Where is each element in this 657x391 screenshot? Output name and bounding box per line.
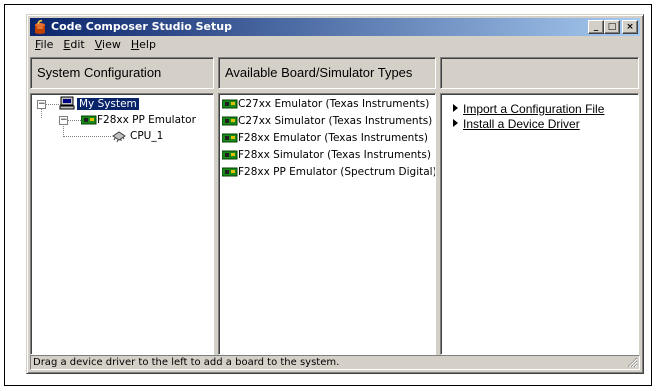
status-text: Drag a device driver to the left to add … <box>33 357 340 368</box>
available-boards-header: Available Board/Simulator Types <box>218 57 436 89</box>
maximize-button[interactable]: □ <box>604 20 620 34</box>
computer-icon <box>59 96 75 110</box>
install-device-driver-link[interactable]: Install a Device Driver <box>453 117 580 131</box>
import-configuration-link[interactable]: Import a Configuration File <box>453 102 604 116</box>
menu-help[interactable]: Help <box>126 37 161 53</box>
menu-file[interactable]: File <box>30 37 58 53</box>
title-bar[interactable]: Code Composer Studio Setup _ □ × <box>30 18 640 36</box>
board-icon <box>222 150 238 160</box>
tree-connector <box>63 136 111 137</box>
menu-edit[interactable]: Edit <box>58 37 89 53</box>
tree-item-my-system[interactable]: My System <box>77 96 139 112</box>
board-icon <box>81 115 97 125</box>
minimize-icon: _ <box>593 22 599 32</box>
system-configuration-pane[interactable]: − My System − F28xx PP Emulator CPU_1 <box>30 93 214 355</box>
board-icon <box>222 99 238 109</box>
close-button[interactable]: × <box>622 20 638 34</box>
board-icon <box>222 167 238 177</box>
status-bar: Drag a device driver to the left to add … <box>30 355 640 370</box>
app-icon <box>35 20 45 34</box>
system-configuration-header: System Configuration <box>30 57 214 89</box>
maximize-icon: □ <box>607 22 617 32</box>
board-list-item[interactable]: F28xx Emulator (Texas Instruments) <box>222 130 428 146</box>
resize-grip-icon[interactable] <box>626 356 638 368</box>
menu-bar: File Edit View Help <box>30 37 640 54</box>
board-icon <box>222 133 238 143</box>
tree-connector <box>41 108 42 118</box>
collapse-my-system-toggle[interactable]: − <box>37 100 46 109</box>
arrow-right-icon <box>453 104 458 112</box>
tree-item-cpu[interactable]: CPU_1 <box>130 128 163 144</box>
board-icon <box>222 116 238 126</box>
menu-view[interactable]: View <box>90 37 126 53</box>
arrow-right-icon <box>453 119 458 127</box>
cpu-chip-icon <box>112 131 126 142</box>
tree-item-board[interactable]: F28xx PP Emulator <box>97 112 196 128</box>
minimize-button[interactable]: _ <box>588 20 604 34</box>
board-list-item[interactable]: C27xx Emulator (Texas Instruments) <box>222 96 429 112</box>
actions-pane: Import a Configuration File Install a De… <box>440 93 639 355</box>
app-window: Code Composer Studio Setup _ □ × File Edi… <box>26 14 644 374</box>
board-list-item[interactable]: C27xx Simulator (Texas Instruments) <box>222 113 432 129</box>
collapse-board-toggle[interactable]: − <box>59 116 68 125</box>
board-list-item[interactable]: F28xx Simulator (Texas Instruments) <box>222 147 431 163</box>
board-list-item[interactable]: F28xx PP Emulator (Spectrum Digital) <box>222 164 435 180</box>
actions-header <box>440 57 639 89</box>
window-title: Code Composer Studio Setup <box>51 20 232 33</box>
available-boards-pane[interactable]: C27xx Emulator (Texas Instruments) C27xx… <box>218 93 436 355</box>
close-icon: × <box>626 22 634 32</box>
